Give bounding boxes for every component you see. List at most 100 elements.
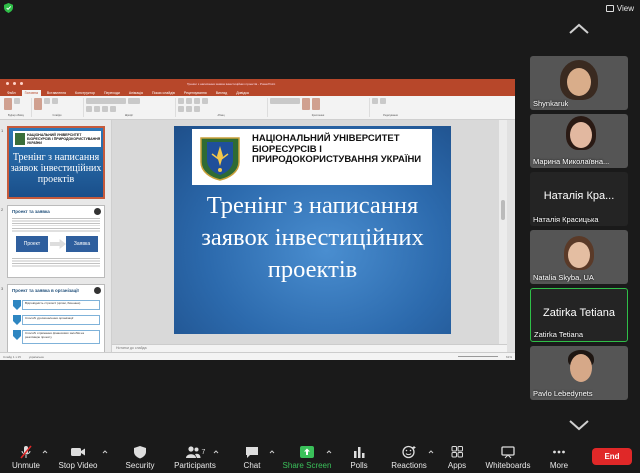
ppt-tab[interactable]: Вигляд [213,90,230,96]
zoom-slider[interactable] [457,356,498,357]
end-meeting-button[interactable]: End [592,448,632,465]
ppt-title-bar: Тренінг з написання заявок інвестиційних… [0,79,515,88]
ppt-tab[interactable]: Конструктор [72,90,98,96]
chevron-up-icon[interactable] [42,449,48,455]
shapes-gallery[interactable] [270,98,300,104]
align-right-icon[interactable] [194,106,200,112]
bold-icon[interactable] [86,106,92,112]
ppt-window-title: Тренінг з написання заявок інвестиційних… [187,81,276,86]
ppt-tab-active[interactable]: Головна [21,90,41,96]
thumb-header: Проект та заявка в організації [12,288,79,293]
bullets-icon[interactable] [178,98,184,104]
participant-tile[interactable]: Марина Миколаївна... [530,114,628,168]
find-icon[interactable] [372,98,378,104]
participant-tile[interactable]: Natalia Skyba, UA [530,230,628,284]
zoom-meeting-window: View Тренінг з написання заявок інвестиц… [0,0,640,473]
ppt-tab[interactable]: Вставлення [44,90,69,96]
ppt-tab[interactable]: Файл [4,90,19,96]
scroll-down-chevron-icon[interactable] [568,418,590,432]
ribbon-group-label: Креслення [311,114,325,117]
stop-video-button[interactable]: Stop Video [50,445,106,470]
ppt-tab[interactable]: Показ слайдів [149,90,178,96]
polls-button[interactable]: Polls [331,445,387,470]
reset-icon[interactable] [52,98,58,104]
slide-thumbnail-3[interactable]: Проект та заявка в організації Відповідн… [7,284,105,352]
font-name-select[interactable] [86,98,126,104]
paste-icon[interactable] [4,98,12,110]
thumb-shape-application: Заявка [66,236,98,252]
whiteboards-button[interactable]: Whiteboards [480,445,536,470]
text-direction-icon[interactable] [202,98,208,104]
current-slide[interactable]: НАЦІОНАЛЬНИЙ УНІВЕРСИТЕТ БІОРЕСУРСІВ І П… [174,126,451,334]
shield-icon [134,446,146,459]
participant-tile[interactable]: Pavlo Lebedynets [530,346,628,400]
more-label: More [549,461,569,470]
participant-tile-active-speaker[interactable]: Zatirka Tetiana Zatirka Tetiana [530,288,628,342]
view-button[interactable]: View [605,2,634,14]
people-icon [185,446,201,458]
thumb-number: 2 [1,207,4,212]
slide-thumbnail-1[interactable]: НАЦІОНАЛЬНИЙ УНІВЕРСИТЕТ БІОРЕСУРСІВ І П… [7,126,105,199]
replace-icon[interactable] [380,98,386,104]
participant-tile[interactable]: Shynkaruk [530,56,628,110]
slide-editor[interactable]: НАЦІОНАЛЬНИЙ УНІВЕРСИТЕТ БІОРЕСУРСІВ І П… [112,120,507,344]
status-language[interactable]: українська [29,355,44,359]
align-left-icon[interactable] [178,106,184,112]
participant-name: Zatirka Tetiana [534,330,584,339]
participant-display-name: Zatirka Tetiana [543,307,615,319]
whiteboards-label: Whiteboards [485,461,531,470]
apps-button[interactable]: Apps [429,445,485,470]
ribbon-group-clipboard: Буфер обміну [4,98,32,117]
logo-badge-icon [94,287,101,294]
ppt-tab[interactable]: Анімація [126,90,146,96]
thumb-title-box: НАЦІОНАЛЬНИЙ УНІВЕРСИТЕТ БІОРЕСУРСІВ І П… [13,131,101,147]
status-slide-count: Слайд 1 з 15 [3,354,21,359]
arrange-icon[interactable] [302,98,310,110]
scrollbar-thumb[interactable] [501,200,505,220]
ribbon-group-paragraph: Абзац [178,98,268,117]
encryption-shield-icon[interactable] [4,3,13,13]
stop-video-label: Stop Video [58,461,98,470]
share-screen-label: Share Screen [282,461,332,470]
meeting-toolbar: Unmute Stop Video Security 7 Participant… [0,441,640,473]
font-color-icon[interactable] [110,106,116,112]
chevron-up-icon[interactable] [213,449,219,455]
slide-thumbnail-2[interactable]: Проект та заявка Проект Заявка [7,205,105,278]
view-grid-icon [605,4,614,12]
ppt-ribbon: Буфер обміну Слайди Шрифт Абзац Кресленн… [0,96,515,120]
thumb-header: Проект та заявка [12,209,50,214]
layout-icon[interactable] [44,98,50,104]
status-zoom[interactable]: 61% [506,355,512,359]
smiley-icon [402,445,416,459]
chevron-up-icon[interactable] [102,449,108,455]
notes-pane[interactable]: Нотатки до слайда [112,344,507,352]
whiteboard-icon [501,446,515,459]
polls-label: Polls [350,461,368,470]
security-button[interactable]: Security [112,445,168,470]
participant-tile[interactable]: Наталія Кра... Наталія Красицька [530,172,628,226]
cut-icon[interactable] [14,98,20,104]
chevron-up-icon[interactable] [269,449,275,455]
slide-title-box[interactable]: НАЦІОНАЛЬНИЙ УНІВЕРСИТЕТ БІОРЕСУРСІВ І П… [192,129,432,185]
thumb-title: Тренінг з написання заявок інвестиційних… [10,152,102,185]
ppt-tab[interactable]: Довідка [233,90,252,96]
scroll-up-chevron-icon[interactable] [568,22,590,36]
numbering-icon[interactable] [186,98,192,104]
participant-face [568,242,590,268]
thumb-shape-project: Проект [16,236,48,252]
font-size-select[interactable] [128,98,140,104]
editor-scrollbar[interactable] [499,120,507,344]
quick-styles-icon[interactable] [312,98,320,110]
new-slide-icon[interactable] [34,98,42,110]
ribbon-group-slides: Слайди [34,98,84,117]
underline-icon[interactable] [102,106,108,112]
ppt-tab[interactable]: Переходи [101,90,123,96]
ppt-tab[interactable]: Рецензування [181,90,210,96]
italic-icon[interactable] [94,106,100,112]
chevron-shape-icon [13,330,21,340]
ribbon-group-label: Слайди [52,114,62,117]
align-center-icon[interactable] [186,106,192,112]
more-button[interactable]: More [531,445,587,470]
indent-icon[interactable] [194,98,200,104]
slide-title[interactable]: Тренінг з написання заявок інвестиційних… [174,190,451,286]
